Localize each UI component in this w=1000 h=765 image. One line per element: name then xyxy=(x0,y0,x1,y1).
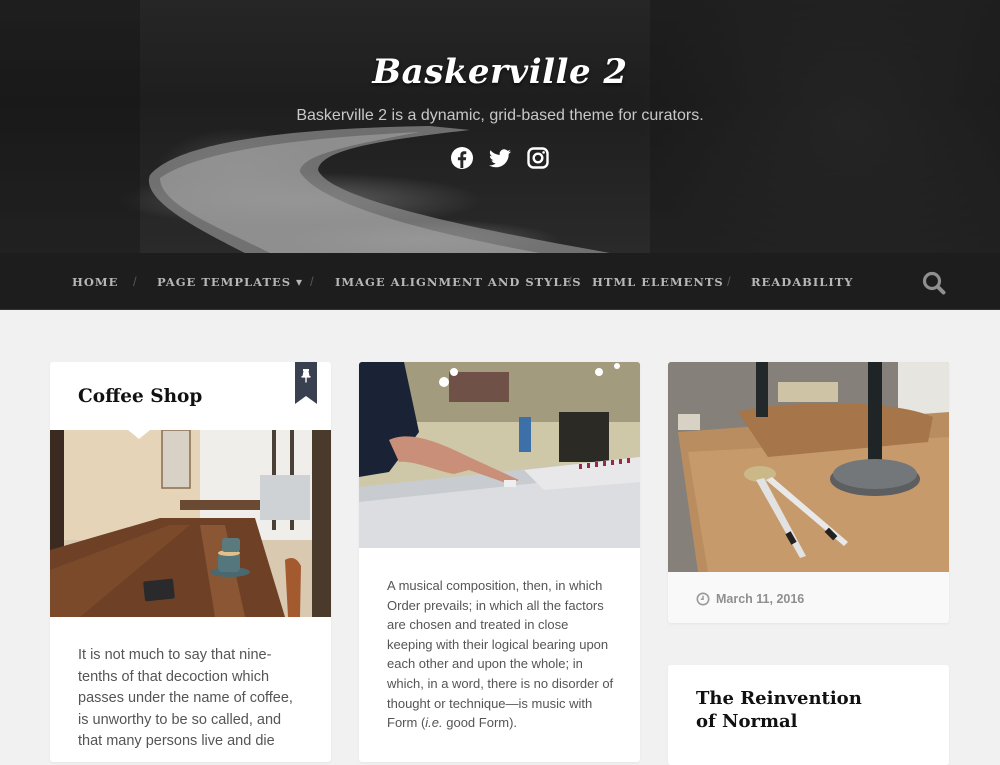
mixing-console-photo[interactable] xyxy=(359,362,640,548)
excerpt-line: A musical composition, then, in which xyxy=(387,578,603,593)
search-icon[interactable] xyxy=(921,270,947,296)
post-card-music[interactable]: A musical composition, then, in which Or… xyxy=(359,362,640,762)
social-links xyxy=(0,146,1000,170)
excerpt-line: tenths of that decoction which xyxy=(78,668,270,685)
site-tagline: Baskerville 2 is a dynamic, grid-based t… xyxy=(296,107,704,124)
excerpt-line: is unworthy to be so called, and xyxy=(78,711,282,728)
excerpt-line: that many persons live and die xyxy=(78,733,275,749)
excerpt-line: thought or technique—is music with xyxy=(387,695,593,711)
card-pointer xyxy=(128,430,150,439)
post-title[interactable]: Coffee Shop xyxy=(78,385,202,408)
nav-item-image-alignment[interactable]: IMAGE ALIGNMENT AND STYLES xyxy=(335,275,582,289)
post-card-reinvention[interactable]: The Reinvention of Normal xyxy=(668,665,949,765)
nav-separator: / xyxy=(310,274,314,289)
chevron-down-icon: ▾ xyxy=(296,275,304,289)
sticky-post-badge xyxy=(295,362,317,404)
post-date[interactable]: March 11, 2016 xyxy=(696,592,804,606)
excerpt-line: each other and upon the whole; in xyxy=(387,656,583,672)
excerpt-line: which, in a word, there is no disorder o… xyxy=(387,675,614,691)
twitter-icon[interactable] xyxy=(488,146,512,170)
post-card-compass[interactable]: March 11, 2016 xyxy=(668,362,949,623)
excerpt-line: Form (i.e. good Form). xyxy=(387,713,627,733)
drafting-compass-desk-photo[interactable] xyxy=(668,362,949,572)
nav-separator: / xyxy=(727,274,731,289)
clock-icon xyxy=(696,592,710,606)
excerpt-text: Form ( xyxy=(387,715,426,731)
facebook-icon[interactable] xyxy=(450,146,474,170)
post-card-coffee-shop[interactable]: Coffee Shop It is not much to say that n… xyxy=(50,362,331,762)
nav-separator: / xyxy=(568,274,572,289)
nav-item-home[interactable]: HOME xyxy=(72,275,118,289)
post-excerpt: It is not much to say that nine- tenths … xyxy=(78,645,318,753)
nav-item-page-templates[interactable]: PAGE TEMPLATES ▾ xyxy=(157,275,303,289)
excerpt-text: good Form). xyxy=(442,715,518,731)
main-navigation: HOME / PAGE TEMPLATES ▾ / IMAGE ALIGNMEN… xyxy=(0,253,1000,310)
coffee-shop-table-photo[interactable] xyxy=(50,430,331,617)
header-background-image xyxy=(0,0,1000,253)
post-date-text: March 11, 2016 xyxy=(716,592,805,606)
instagram-icon[interactable] xyxy=(526,146,550,170)
excerpt-line: keeping with their logical bearing upon xyxy=(387,636,609,652)
nav-item-readability[interactable]: READABILITY xyxy=(751,275,853,289)
excerpt-line: Order prevails; in which all the factors xyxy=(387,597,604,613)
nav-item-page-templates-label: PAGE TEMPLATES xyxy=(157,275,292,289)
nav-separator: / xyxy=(133,274,137,289)
post-title[interactable]: The Reinvention of Normal xyxy=(696,687,862,733)
post-excerpt: A musical composition, then, in which Or… xyxy=(387,576,627,733)
nav-item-html-elements[interactable]: HTML ELEMENTS xyxy=(592,275,724,289)
site-header: Baskerville 2 Baskerville 2 is a dynamic… xyxy=(0,0,1000,253)
post-title-line: The Reinvention xyxy=(696,688,862,709)
excerpt-line: passes under the name of coffee, xyxy=(78,690,293,706)
site-title[interactable]: Baskerville 2 xyxy=(0,52,1000,92)
excerpt-line: It is not much to say that nine- xyxy=(78,647,272,663)
excerpt-line: are chosen and treated in close xyxy=(387,617,569,633)
post-title-line: of Normal xyxy=(696,711,798,732)
excerpt-italic: i.e. xyxy=(425,715,443,731)
